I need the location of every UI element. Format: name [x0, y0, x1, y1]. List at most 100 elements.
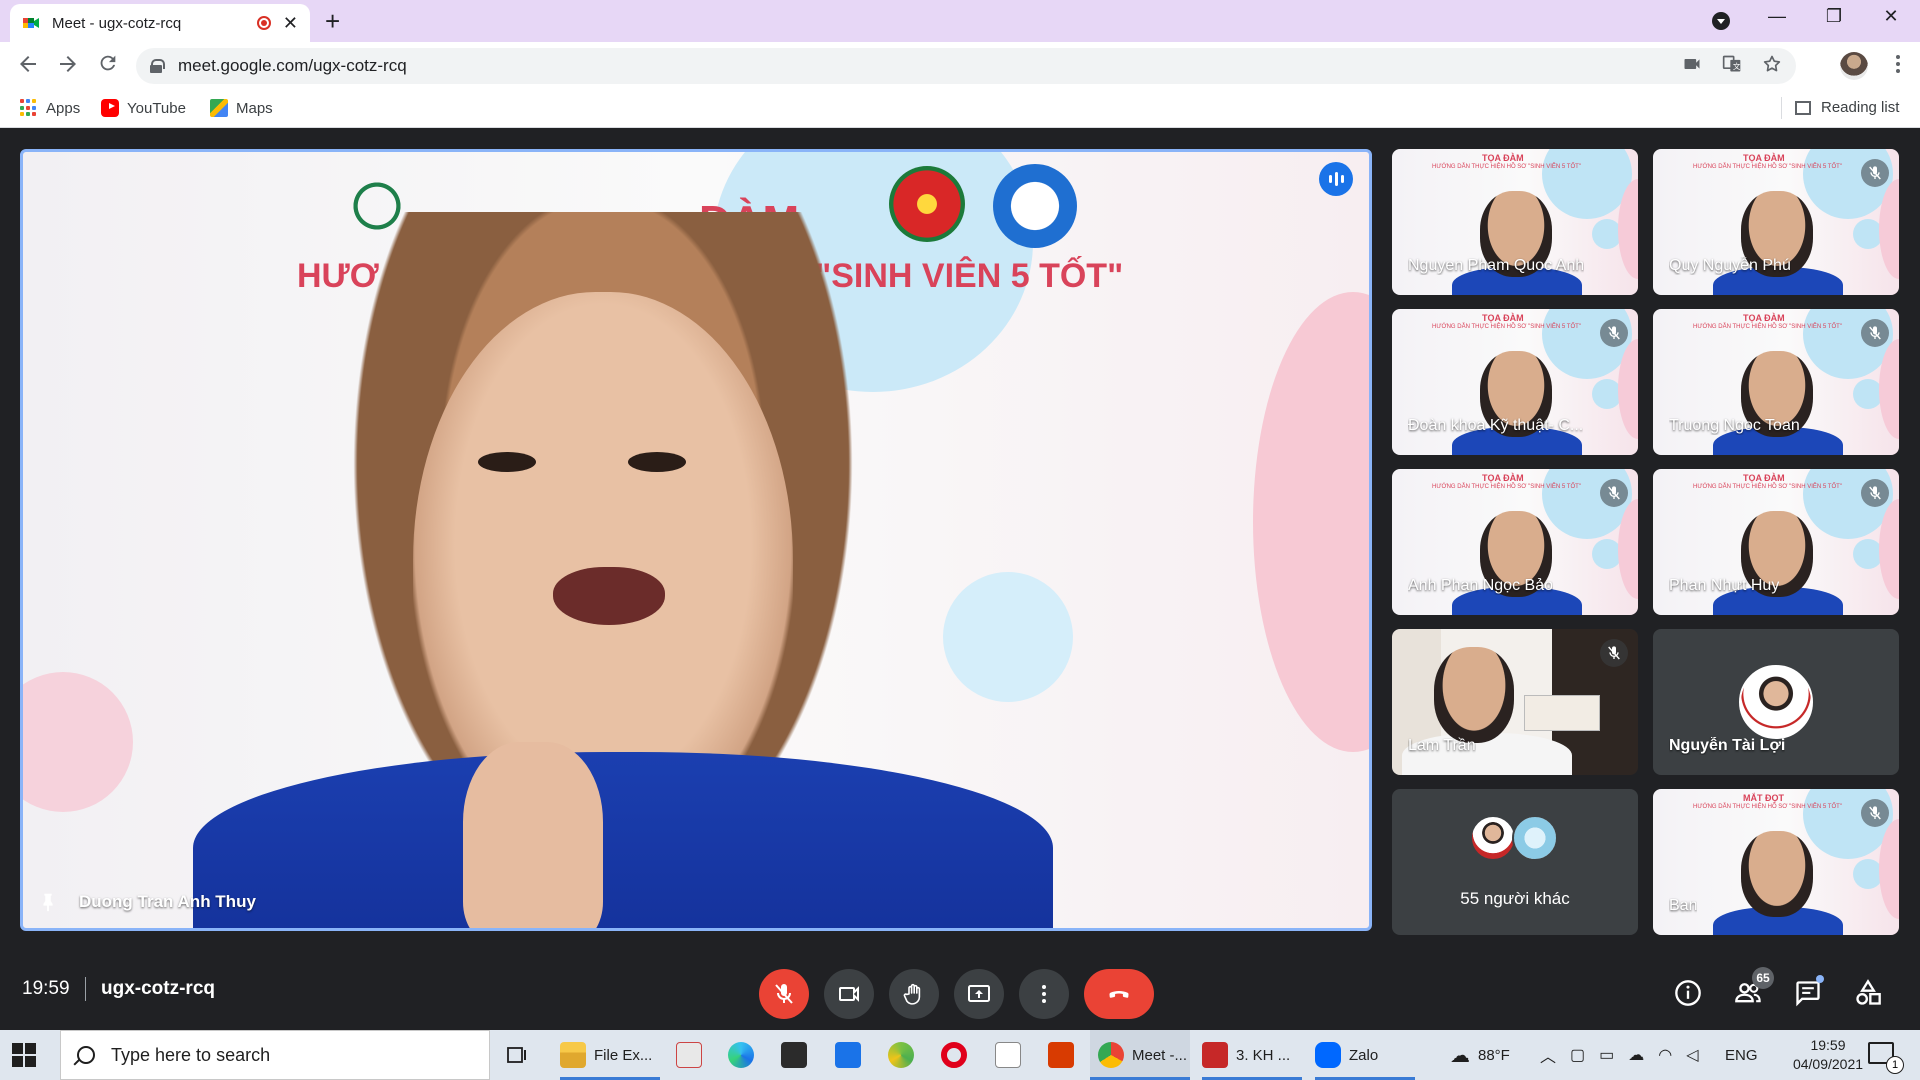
meet-now-icon[interactable]: ▢ [1570, 1045, 1585, 1065]
bookmark-label: YouTube [127, 99, 186, 117]
tile-banner-subtitle: HƯỚNG DẪN THỰC HIỆN HỒ SƠ "SINH VIÊN 5 T… [1693, 484, 1842, 490]
opera-icon [941, 1042, 967, 1068]
reload-button[interactable] [94, 52, 122, 80]
new-tab-button[interactable]: + [325, 8, 340, 34]
wifi-icon[interactable]: ◠ [1658, 1045, 1672, 1065]
url-text[interactable]: meet.google.com/ugx-cotz-rcq [178, 56, 1662, 76]
tile-banner-title: TỌA ĐÀM [1743, 313, 1785, 323]
taskbar-store[interactable] [781, 1030, 815, 1080]
apps-grid-icon [20, 99, 38, 117]
folder-icon [560, 1042, 586, 1068]
participant-tile[interactable]: TỌA ĐÀM HƯỚNG DẪN THỰC HIỆN HỒ SƠ "SINH V… [1392, 149, 1638, 295]
participant-tile[interactable]: TỌA ĐÀM HƯỚNG DẪN THỰC HIỆN HỒ SƠ "SINH V… [1392, 469, 1638, 615]
taskbar-coccoc[interactable] [888, 1030, 922, 1080]
close-window-button[interactable]: ✕ [1871, 6, 1911, 27]
taskbar-office[interactable] [1048, 1030, 1082, 1080]
meeting-time: 19:59 [22, 978, 70, 999]
tile-banner-title: TỌA ĐÀM [1482, 153, 1524, 163]
browser-tab-meet[interactable]: Meet - ugx-cotz-rcq ✕ [10, 4, 310, 42]
more-options-button[interactable] [1019, 969, 1069, 1019]
mic-off-icon [1600, 479, 1628, 507]
restore-button[interactable]: ❐ [1814, 6, 1854, 27]
volume-icon[interactable]: ◁ [1686, 1045, 1698, 1065]
onedrive-icon[interactable]: ☁ [1628, 1045, 1644, 1065]
tile-banner: TỌA ĐÀM HƯỚNG DẪN THỰC HIỆN HỒ SƠ "SINH V… [1693, 153, 1859, 173]
taskbar-edge[interactable] [728, 1030, 762, 1080]
taskbar-opera[interactable] [941, 1030, 975, 1080]
forward-button[interactable] [54, 52, 82, 80]
participant-tile[interactable]: Lam Trần [1392, 629, 1638, 775]
main-speaker-video[interactable]: ĐÀM HƯƠ SƠ "SINH VIÊN 5 TỐT" Duong Tran … [20, 149, 1372, 931]
input-language[interactable]: ENG [1725, 1030, 1758, 1080]
participant-tile[interactable]: TỌA ĐÀM HƯỚNG DẪN THỰC HIỆN HỒ SƠ "SINH V… [1653, 309, 1899, 455]
profile-avatar[interactable] [1840, 52, 1868, 80]
mic-off-icon [1861, 319, 1889, 347]
mic-off-icon [1600, 319, 1628, 347]
bookmark-maps[interactable]: Maps [210, 99, 273, 117]
banner-decoration [1253, 292, 1369, 752]
participant-tile[interactable]: Nguyễn Tài Lợi [1653, 629, 1899, 775]
windows-start-button[interactable] [12, 1043, 36, 1067]
participant-tile[interactable]: TỌA ĐÀM HƯỚNG DẪN THỰC HIỆN HỒ SƠ "SINH V… [1392, 309, 1638, 455]
youtube-icon [101, 99, 119, 117]
show-everyone-button[interactable]: 65 [1730, 967, 1774, 1011]
camera-in-use-icon[interactable] [1682, 54, 1702, 79]
participant-tile[interactable]: 55 người khác [1392, 789, 1638, 935]
clock-time: 19:59 [1810, 1037, 1846, 1053]
bookmark-apps[interactable]: Apps [20, 99, 80, 117]
pin-icon[interactable] [37, 890, 59, 914]
meeting-code[interactable]: ugx-cotz-rcq [101, 978, 215, 1000]
raise-hand-button[interactable] [889, 969, 939, 1019]
task-view-button[interactable] [505, 1030, 535, 1080]
show-hidden-icons-icon[interactable]: ︿ [1540, 1043, 1556, 1067]
taskbar-file-explorer[interactable]: File Ex... [560, 1030, 660, 1080]
back-button[interactable] [14, 52, 42, 80]
browser-menu-button[interactable] [1886, 52, 1910, 82]
speaker-hands [463, 742, 603, 928]
main-speaker-name: Duong Tran Anh Thuy [79, 892, 256, 911]
bookmark-youtube[interactable]: YouTube [101, 99, 186, 117]
weather-rain-icon: ☁ [1450, 1044, 1470, 1067]
tile-banner: TỌA ĐÀM HƯỚNG DẪN THỰC HIỆN HỒ SƠ "SINH V… [1432, 473, 1598, 493]
taskbar-chrome-meet[interactable]: Meet -... [1090, 1030, 1190, 1080]
taskbar-search-box[interactable]: Type here to search [60, 1030, 490, 1080]
activities-button[interactable] [1850, 975, 1886, 1011]
taskbar-mail[interactable] [835, 1030, 869, 1080]
participant-tile[interactable]: MẮT ĐỌT HƯỚNG DẪN THỰC HIỆN HỒ SƠ "SINH V… [1653, 789, 1899, 935]
browser-title-bar: Meet - ugx-cotz-rcq ✕ + — ❐ ✕ [0, 0, 1920, 42]
participant-tile[interactable]: TỌA ĐÀM HƯỚNG DẪN THỰC HIỆN HỒ SƠ "SINH V… [1653, 469, 1899, 615]
bookmark-label: Apps [46, 99, 81, 117]
participant-name: Đoàn khoa Kỹ thuật- C... [1408, 417, 1584, 434]
lock-icon[interactable] [150, 59, 165, 73]
participant-name: 55 người khác [1460, 889, 1570, 908]
task-view-icon [507, 1047, 526, 1063]
chat-button[interactable] [1790, 975, 1826, 1011]
microphone-toggle-button[interactable] [759, 969, 809, 1019]
close-tab-button[interactable]: ✕ [283, 13, 298, 34]
taskbar-pdf-viewer[interactable]: 3. KH ... [1202, 1030, 1302, 1080]
translate-icon[interactable]: 文 [1722, 54, 1742, 79]
taskbar-snipping-tool[interactable] [676, 1030, 710, 1080]
camera-toggle-button[interactable] [824, 969, 874, 1019]
bookmark-star-icon[interactable] [1762, 54, 1782, 79]
tile-banner-subtitle: HƯỚNG DẪN THỰC HIỆN HỒ SƠ "SINH VIÊN 5 T… [1693, 804, 1842, 810]
taskbar-document[interactable] [995, 1030, 1029, 1080]
taskbar-clock[interactable]: 19:59 04/09/2021 [1783, 1036, 1873, 1074]
reading-list-button[interactable]: Reading list [1781, 97, 1899, 119]
recording-indicator-icon [256, 16, 271, 30]
minimize-button[interactable]: — [1757, 6, 1797, 27]
address-bar[interactable]: meet.google.com/ugx-cotz-rcq 文 [136, 48, 1796, 84]
student-association-emblem-icon [993, 164, 1077, 248]
present-screen-button[interactable] [954, 969, 1004, 1019]
participant-name: Quy Nguyễn Phú [1669, 257, 1791, 274]
leave-call-button[interactable] [1084, 969, 1154, 1019]
blank-document-icon [995, 1042, 1021, 1068]
participant-tile[interactable]: TỌA ĐÀM HƯỚNG DẪN THỰC HIỆN HỒ SƠ "SINH V… [1653, 149, 1899, 295]
battery-icon[interactable]: ▭ [1599, 1045, 1614, 1065]
weather-widget[interactable]: ☁ 88°F [1450, 1030, 1510, 1080]
search-icon [77, 1046, 95, 1064]
taskbar-zalo[interactable]: Zalo [1315, 1030, 1415, 1080]
tab-search-dropdown-icon[interactable] [1712, 12, 1730, 30]
meeting-details-button[interactable] [1670, 975, 1706, 1011]
tile-banner: TỌA ĐÀM HƯỚNG DẪN THỰC HIỆN HỒ SƠ "SINH V… [1432, 153, 1598, 173]
